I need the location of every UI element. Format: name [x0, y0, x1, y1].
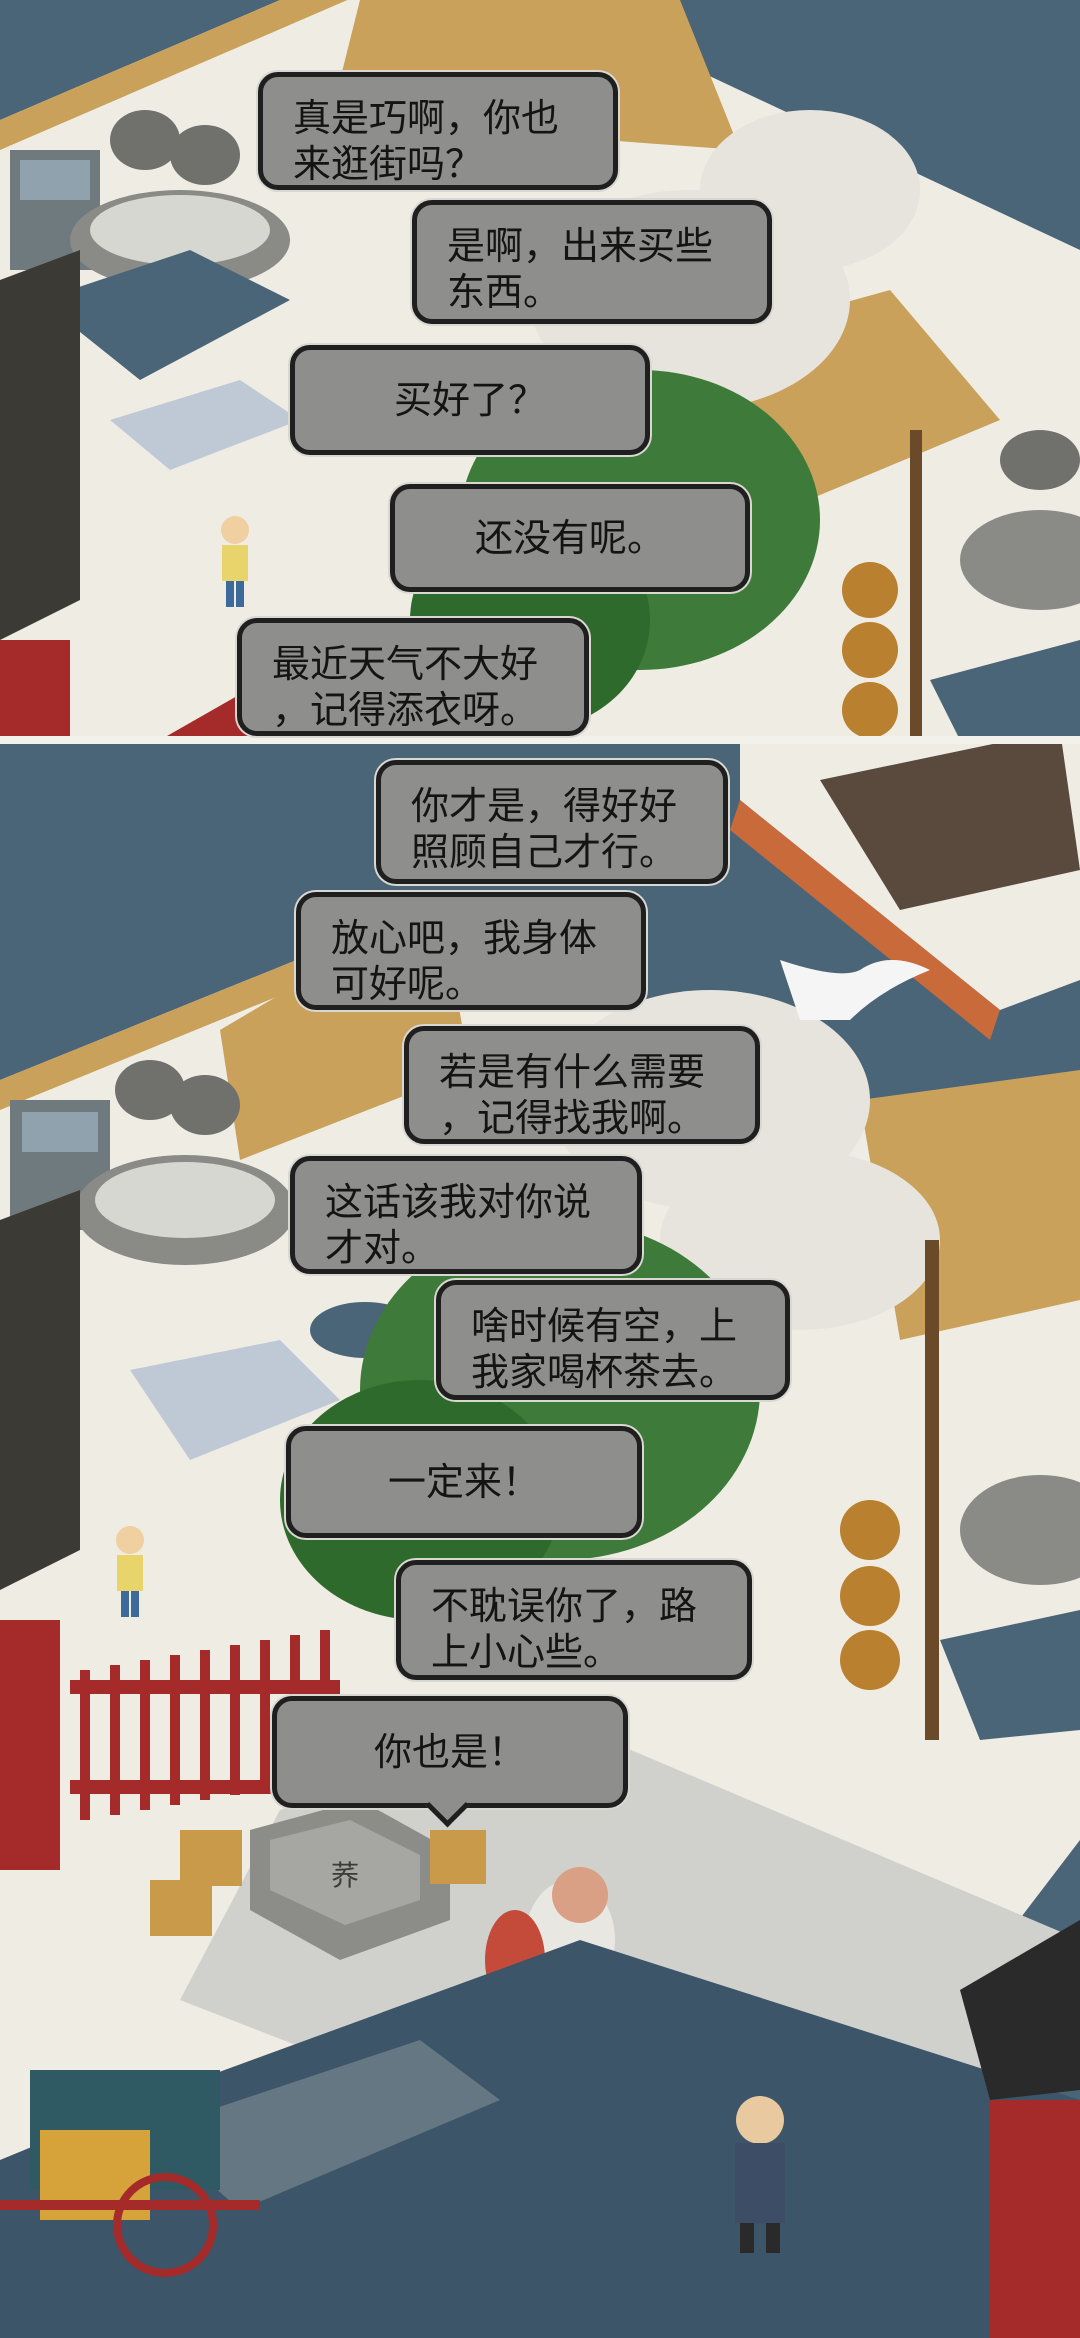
- top-game-panel: 真是巧啊，你也 来逛街吗？ 是啊，出来买些 东西。 买好了？ 还没有呢。 最近天…: [0, 0, 1080, 740]
- dialogue-line: 来逛街吗？: [293, 142, 484, 186]
- dialogue-bubble-11[interactable]: 一定来！: [286, 1426, 642, 1538]
- dialogue-line: 一定来！: [387, 1460, 540, 1504]
- dialogue-line: 你才是，得好好: [411, 784, 678, 828]
- dialogue-line: 才对。: [325, 1226, 440, 1270]
- dialogue-line: 最近天气不大好: [272, 642, 539, 686]
- dialogue-line: 上小心些。: [431, 1630, 622, 1674]
- dialogue-bubble-12[interactable]: 不耽误你了，路 上小心些。: [396, 1560, 752, 1680]
- dialogue-line: 啥时候有空，上: [471, 1304, 738, 1348]
- dialogue-line: ，记得添衣呀。: [272, 688, 539, 732]
- dialogue-bubble-9[interactable]: 这话该我对你说 才对。: [290, 1156, 642, 1274]
- dialogue-line: 真是巧啊，你也: [293, 96, 560, 140]
- dialogue-bubble-4[interactable]: 还没有呢。: [390, 484, 750, 592]
- bottom-game-panel: 荞 你才是，得好好 照顾自己才行。 放心吧，我身体 可好呢。 若是有什么需要 ，…: [0, 740, 1080, 2338]
- dialogue-bubble-10[interactable]: 啥时候有空，上 我家喝杯茶去。: [436, 1280, 790, 1400]
- dialogue-line: 是啊，出来买些: [447, 224, 714, 268]
- panel-divider: [0, 736, 1080, 744]
- dialogue-line: 你也是！: [373, 1730, 526, 1774]
- dialogue-line: 我家喝杯茶去。: [471, 1350, 738, 1394]
- dialogue-bubble-3[interactable]: 买好了？: [290, 345, 650, 455]
- dialogue-line: 不耽误你了，路: [431, 1584, 698, 1628]
- dialogue-line: 东西。: [447, 270, 562, 314]
- dialogue-bubble-5[interactable]: 最近天气不大好 ，记得添衣呀。: [237, 618, 589, 736]
- dialogue-bubble-2[interactable]: 是啊，出来买些 东西。: [412, 200, 772, 324]
- well-sign: 荞: [331, 1859, 359, 1892]
- dialogue-line: ，记得找我啊。: [439, 1096, 706, 1140]
- dialogue-bubble-1[interactable]: 真是巧啊，你也 来逛街吗？: [258, 72, 618, 190]
- dialogue-line: 还没有呢。: [474, 516, 665, 560]
- dialogue-bubble-7[interactable]: 放心吧，我身体 可好呢。: [296, 892, 646, 1010]
- dialogue-line: 若是有什么需要: [439, 1050, 706, 1094]
- dialogue-bubble-8[interactable]: 若是有什么需要 ，记得找我啊。: [404, 1026, 760, 1144]
- dialogue-line: 照顾自己才行。: [411, 830, 678, 874]
- dialogue-bubble-6[interactable]: 你才是，得好好 照顾自己才行。: [376, 760, 728, 884]
- dialogue-line: 可好呢。: [331, 962, 484, 1006]
- dialogue-line: 买好了？: [393, 378, 546, 422]
- dialogue-line: 放心吧，我身体: [331, 916, 598, 960]
- dialogue-line: 这话该我对你说: [325, 1180, 592, 1224]
